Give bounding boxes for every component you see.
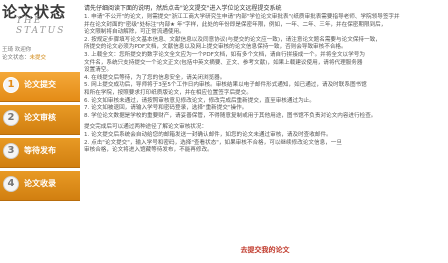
logo-subtitle: THE STATUS bbox=[16, 16, 66, 36]
instruction-line: 8. 学位论文数据是学校的重要财产，请妥善保管，不得随意复制或用于其他用途，图书… bbox=[84, 112, 377, 119]
paper-status: 论文状态：未提交 bbox=[2, 53, 46, 61]
step-number: 2 bbox=[3, 110, 19, 126]
nav-step-label: 论文审核 bbox=[24, 113, 56, 122]
instruction-line: 设置清空。 bbox=[84, 67, 112, 74]
instruction-line: 7. 论文如被退回，请输入学号和密码登录，选择"重新提交"操作。 bbox=[84, 105, 248, 112]
status-value: 未提交 bbox=[29, 55, 47, 61]
nav-step-submit[interactable]: 1 论文提交 bbox=[0, 72, 80, 102]
main-content: 请先仔细阅读下面的说明，然后点击"论文提交"进入学位论文远程提交系统 1. 申请… bbox=[82, 0, 448, 263]
instructions: 1. 申请"不公开"的论文，则需提交"浙江工商大学研究生申请"内部"学位论文审批… bbox=[84, 14, 442, 155]
process-line: 2. 点击"论文提交"，输入学号和密码，选择"查看状态"，如果审核不合格，可以继… bbox=[84, 139, 342, 146]
welcome-text: 王琦 欢迎你 bbox=[2, 47, 32, 53]
step-number: 4 bbox=[3, 176, 19, 192]
process-line: 1. 论文提交后系统会自动给您的邮箱发送一封确认邮件，如您的论文未通过审核，请及… bbox=[84, 131, 332, 138]
submit-paper-link[interactable]: 去提交我的论文 bbox=[82, 245, 448, 255]
nav-step-label: 论文收录 bbox=[24, 179, 56, 188]
instruction-line: 3. 上载全文：您所提交的数字论文全文应为一个PDF文档，如有多个文档，请自行拼… bbox=[84, 51, 365, 58]
step-number: 3 bbox=[3, 143, 19, 159]
process-title: 提交完成后可以通过两种途径了解论文审核状况： bbox=[84, 124, 208, 131]
nav-step-collection[interactable]: 4 论文收录 bbox=[0, 171, 80, 201]
intro-text: 请先仔细阅读下面的说明，然后点击"论文提交"进入学位论文远程提交系统 bbox=[84, 5, 282, 12]
instruction-line: 6. 论文如审核未通过，请按照审核意见修改论文，修改完成后重新提交，直至审核通过… bbox=[84, 97, 315, 104]
nav-step-publish[interactable]: 3 等待发布 bbox=[0, 138, 80, 168]
process-line: 审核合格，论文将进入馆藏等待发布，不能再修改。 bbox=[84, 147, 213, 154]
instruction-line: 1. 申请"不公开"的论文，则需提交"浙江工商大学研究生申请"内部"学位论文审批… bbox=[84, 14, 400, 20]
step-number: 1 bbox=[3, 77, 19, 93]
status-label: 论文状态： bbox=[2, 55, 30, 61]
sidebar: 论文状态 THE STATUS 王琦 欢迎你 论文状态：未提交 1 论文提交 2… bbox=[0, 0, 80, 263]
step-nav: 1 论文提交 2 论文审核 3 等待发布 4 论文收录 bbox=[0, 72, 80, 204]
nav-step-label: 等待发布 bbox=[24, 146, 56, 155]
nav-step-review[interactable]: 2 论文审核 bbox=[0, 105, 80, 135]
instruction-line: 论文限制将自动解除，可正常流通使用。 bbox=[84, 29, 185, 36]
logo: 论文状态 THE STATUS bbox=[2, 1, 78, 41]
instruction-line: 和所在学院，按照要求打印纸质版论文，并在相应位置签字后提交。 bbox=[84, 89, 252, 96]
nav-step-label: 论文提交 bbox=[24, 80, 56, 89]
instruction-line: 5. 网上提交成功后，导师将于3至5个工作日内审核。审核结果以电子邮件形式通知，… bbox=[84, 82, 367, 89]
instruction-line: 文件名，系统只支持提交一个论文正文(包括中英文摘要、正文、参考文献)，如果上载建… bbox=[84, 59, 363, 66]
instruction-line: 所提交的论文必须为PDF文档，文献信息以及网上提交审核的论文信息保持一致，否则会… bbox=[84, 44, 347, 51]
